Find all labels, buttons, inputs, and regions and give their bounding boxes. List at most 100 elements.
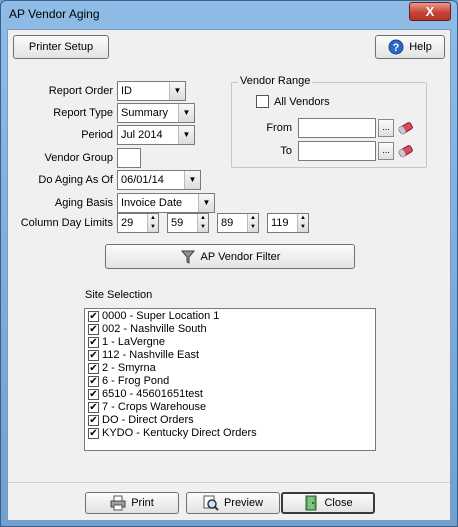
column-day-limit-2-value: 59 — [171, 217, 184, 229]
checkbox-icon[interactable]: ✔ — [88, 428, 99, 439]
spin-arrows-icon[interactable]: ▲ ▼ — [197, 214, 208, 232]
to-label: To — [280, 145, 292, 157]
report-order-label: Report Order — [48, 85, 113, 97]
vendor-to-lookup-button[interactable]: ... — [378, 142, 394, 160]
chevron-down-icon[interactable]: ▼ — [169, 82, 185, 100]
list-item[interactable]: ✔ 7 - Crops Warehouse — [85, 401, 375, 414]
list-item[interactable]: ✔ 112 - Nashville East — [85, 349, 375, 362]
report-order-value: ID — [121, 85, 132, 97]
site-label: 2 - Smyrna — [102, 362, 156, 374]
chevron-down-icon[interactable]: ▼ — [178, 126, 194, 144]
print-label: Print — [131, 497, 154, 509]
column-day-limit-4-value: 119 — [271, 217, 289, 229]
column-day-limit-1-stepper[interactable]: 29 ▲ ▼ — [117, 213, 159, 233]
list-item[interactable]: ✔ DO - Direct Orders — [85, 414, 375, 427]
ap-vendor-filter-button[interactable]: AP Vendor Filter — [105, 244, 355, 269]
list-item[interactable]: ✔ 2 - Smyrna — [85, 362, 375, 375]
window-close-button[interactable]: X — [409, 2, 451, 21]
aging-basis-select[interactable]: Invoice Date ▼ — [117, 193, 215, 213]
window-title: AP Vendor Aging — [9, 7, 100, 21]
checkbox-icon[interactable]: ✔ — [88, 324, 99, 335]
list-item[interactable]: ✔ 002 - Nashville South — [85, 323, 375, 336]
printer-setup-button[interactable]: Printer Setup — [13, 35, 109, 59]
site-label: DO - Direct Orders — [102, 414, 194, 426]
vendor-range-group: Vendor Range All Vendors From ... To ... — [231, 75, 427, 168]
column-day-limits-label: Column Day Limits — [20, 217, 113, 229]
help-button[interactable]: ? Help — [375, 35, 445, 59]
list-item[interactable]: ✔ 0000 - Super Location 1 — [85, 310, 375, 323]
bottom-button-bar: Print Preview Close — [8, 482, 450, 520]
site-label: 1 - LaVergne — [102, 336, 165, 348]
close-label: Close — [324, 497, 353, 509]
column-day-limit-3-stepper[interactable]: 89 ▲ ▼ — [217, 213, 259, 233]
vendor-group-input[interactable] — [117, 148, 141, 168]
checkbox-icon[interactable]: ✔ — [88, 337, 99, 348]
vendor-group-label: Vendor Group — [44, 152, 114, 164]
column-day-limit-3-value: 89 — [221, 217, 234, 229]
vendor-range-title: Vendor Range — [238, 75, 313, 87]
site-label: 7 - Crops Warehouse — [102, 401, 207, 413]
all-vendors-checkbox[interactable]: All Vendors — [256, 95, 330, 108]
site-label: 112 - Nashville East — [102, 349, 200, 361]
preview-button[interactable]: Preview — [186, 492, 280, 514]
site-label: 6510 - 45601651test — [102, 388, 203, 400]
checkbox-icon[interactable]: ✔ — [88, 376, 99, 387]
funnel-icon — [180, 250, 195, 264]
vendor-from-lookup-button[interactable]: ... — [378, 119, 394, 137]
chevron-down-icon[interactable]: ▼ — [198, 194, 214, 212]
help-icon: ? — [388, 39, 404, 55]
site-label: 002 - Nashville South — [102, 323, 207, 335]
site-selection-label: Site Selection — [85, 289, 153, 301]
checkbox-icon[interactable]: ✔ — [88, 402, 99, 413]
report-type-select[interactable]: Summary ▼ — [117, 103, 195, 123]
site-selection-list[interactable]: ✔ 0000 - Super Location 1 ✔ 002 - Nashville… — [84, 308, 376, 451]
report-order-select[interactable]: ID ▼ — [117, 81, 186, 101]
do-aging-as-of-date-picker[interactable]: 06/01/14 ▼ — [117, 170, 201, 190]
chevron-down-icon[interactable]: ▼ — [178, 104, 194, 122]
site-label: 6 - Frog Pond — [102, 375, 170, 387]
dialog-body: Printer Setup ? Help Report Order ID ▼ R… — [7, 29, 451, 521]
title-bar: AP Vendor Aging X — [1, 1, 457, 27]
spin-arrows-icon[interactable]: ▲ ▼ — [147, 214, 158, 232]
help-label: Help — [409, 41, 432, 53]
list-item[interactable]: ✔ KYDO - Kentucky Direct Orders — [85, 427, 375, 440]
report-type-label: Report Type — [53, 107, 113, 119]
checkbox-icon[interactable]: ✔ — [88, 389, 99, 400]
list-item[interactable]: ✔ 6510 - 45601651test — [85, 388, 375, 401]
from-label: From — [266, 122, 292, 134]
close-button[interactable]: Close — [281, 492, 375, 514]
spin-arrows-icon[interactable]: ▲ ▼ — [297, 214, 308, 232]
app-window: AP Vendor Aging X Printer Setup ? Help R… — [0, 0, 458, 527]
svg-text:?: ? — [393, 42, 400, 54]
list-item[interactable]: ✔ 6 - Frog Pond — [85, 375, 375, 388]
aging-basis-value: Invoice Date — [121, 197, 183, 209]
site-label: 0000 - Super Location 1 — [102, 310, 220, 322]
report-type-value: Summary — [121, 107, 169, 119]
printer-setup-label: Printer Setup — [28, 41, 94, 53]
print-button[interactable]: Print — [85, 492, 179, 514]
preview-label: Preview — [223, 497, 264, 509]
spin-arrows-icon[interactable]: ▲ ▼ — [247, 214, 258, 232]
vendor-to-input[interactable] — [298, 141, 376, 161]
all-vendors-label: All Vendors — [274, 95, 330, 108]
ap-vendor-filter-label: AP Vendor Filter — [200, 250, 281, 263]
list-item[interactable]: ✔ 1 - LaVergne — [85, 336, 375, 349]
checkbox-icon[interactable]: ✔ — [88, 415, 99, 426]
eraser-icon[interactable] — [396, 119, 414, 137]
column-day-limit-4-stepper[interactable]: 119 ▲ ▼ — [267, 213, 309, 233]
checkbox-icon[interactable] — [256, 95, 269, 108]
vendor-from-input[interactable] — [298, 118, 376, 138]
checkbox-icon[interactable]: ✔ — [88, 363, 99, 374]
period-value: Jul 2014 — [121, 129, 163, 141]
do-aging-as-of-value: 06/01/14 — [121, 174, 164, 186]
site-label: KYDO - Kentucky Direct Orders — [102, 427, 257, 439]
chevron-down-icon[interactable]: ▼ — [184, 171, 200, 189]
checkbox-icon[interactable]: ✔ — [88, 311, 99, 322]
checkbox-icon[interactable]: ✔ — [88, 350, 99, 361]
eraser-icon[interactable] — [396, 142, 414, 160]
column-day-limit-2-stepper[interactable]: 59 ▲ ▼ — [167, 213, 209, 233]
aging-basis-label: Aging Basis — [54, 197, 113, 209]
period-select[interactable]: Jul 2014 ▼ — [117, 125, 195, 145]
printer-icon — [110, 495, 126, 511]
magnifier-icon — [203, 495, 219, 511]
